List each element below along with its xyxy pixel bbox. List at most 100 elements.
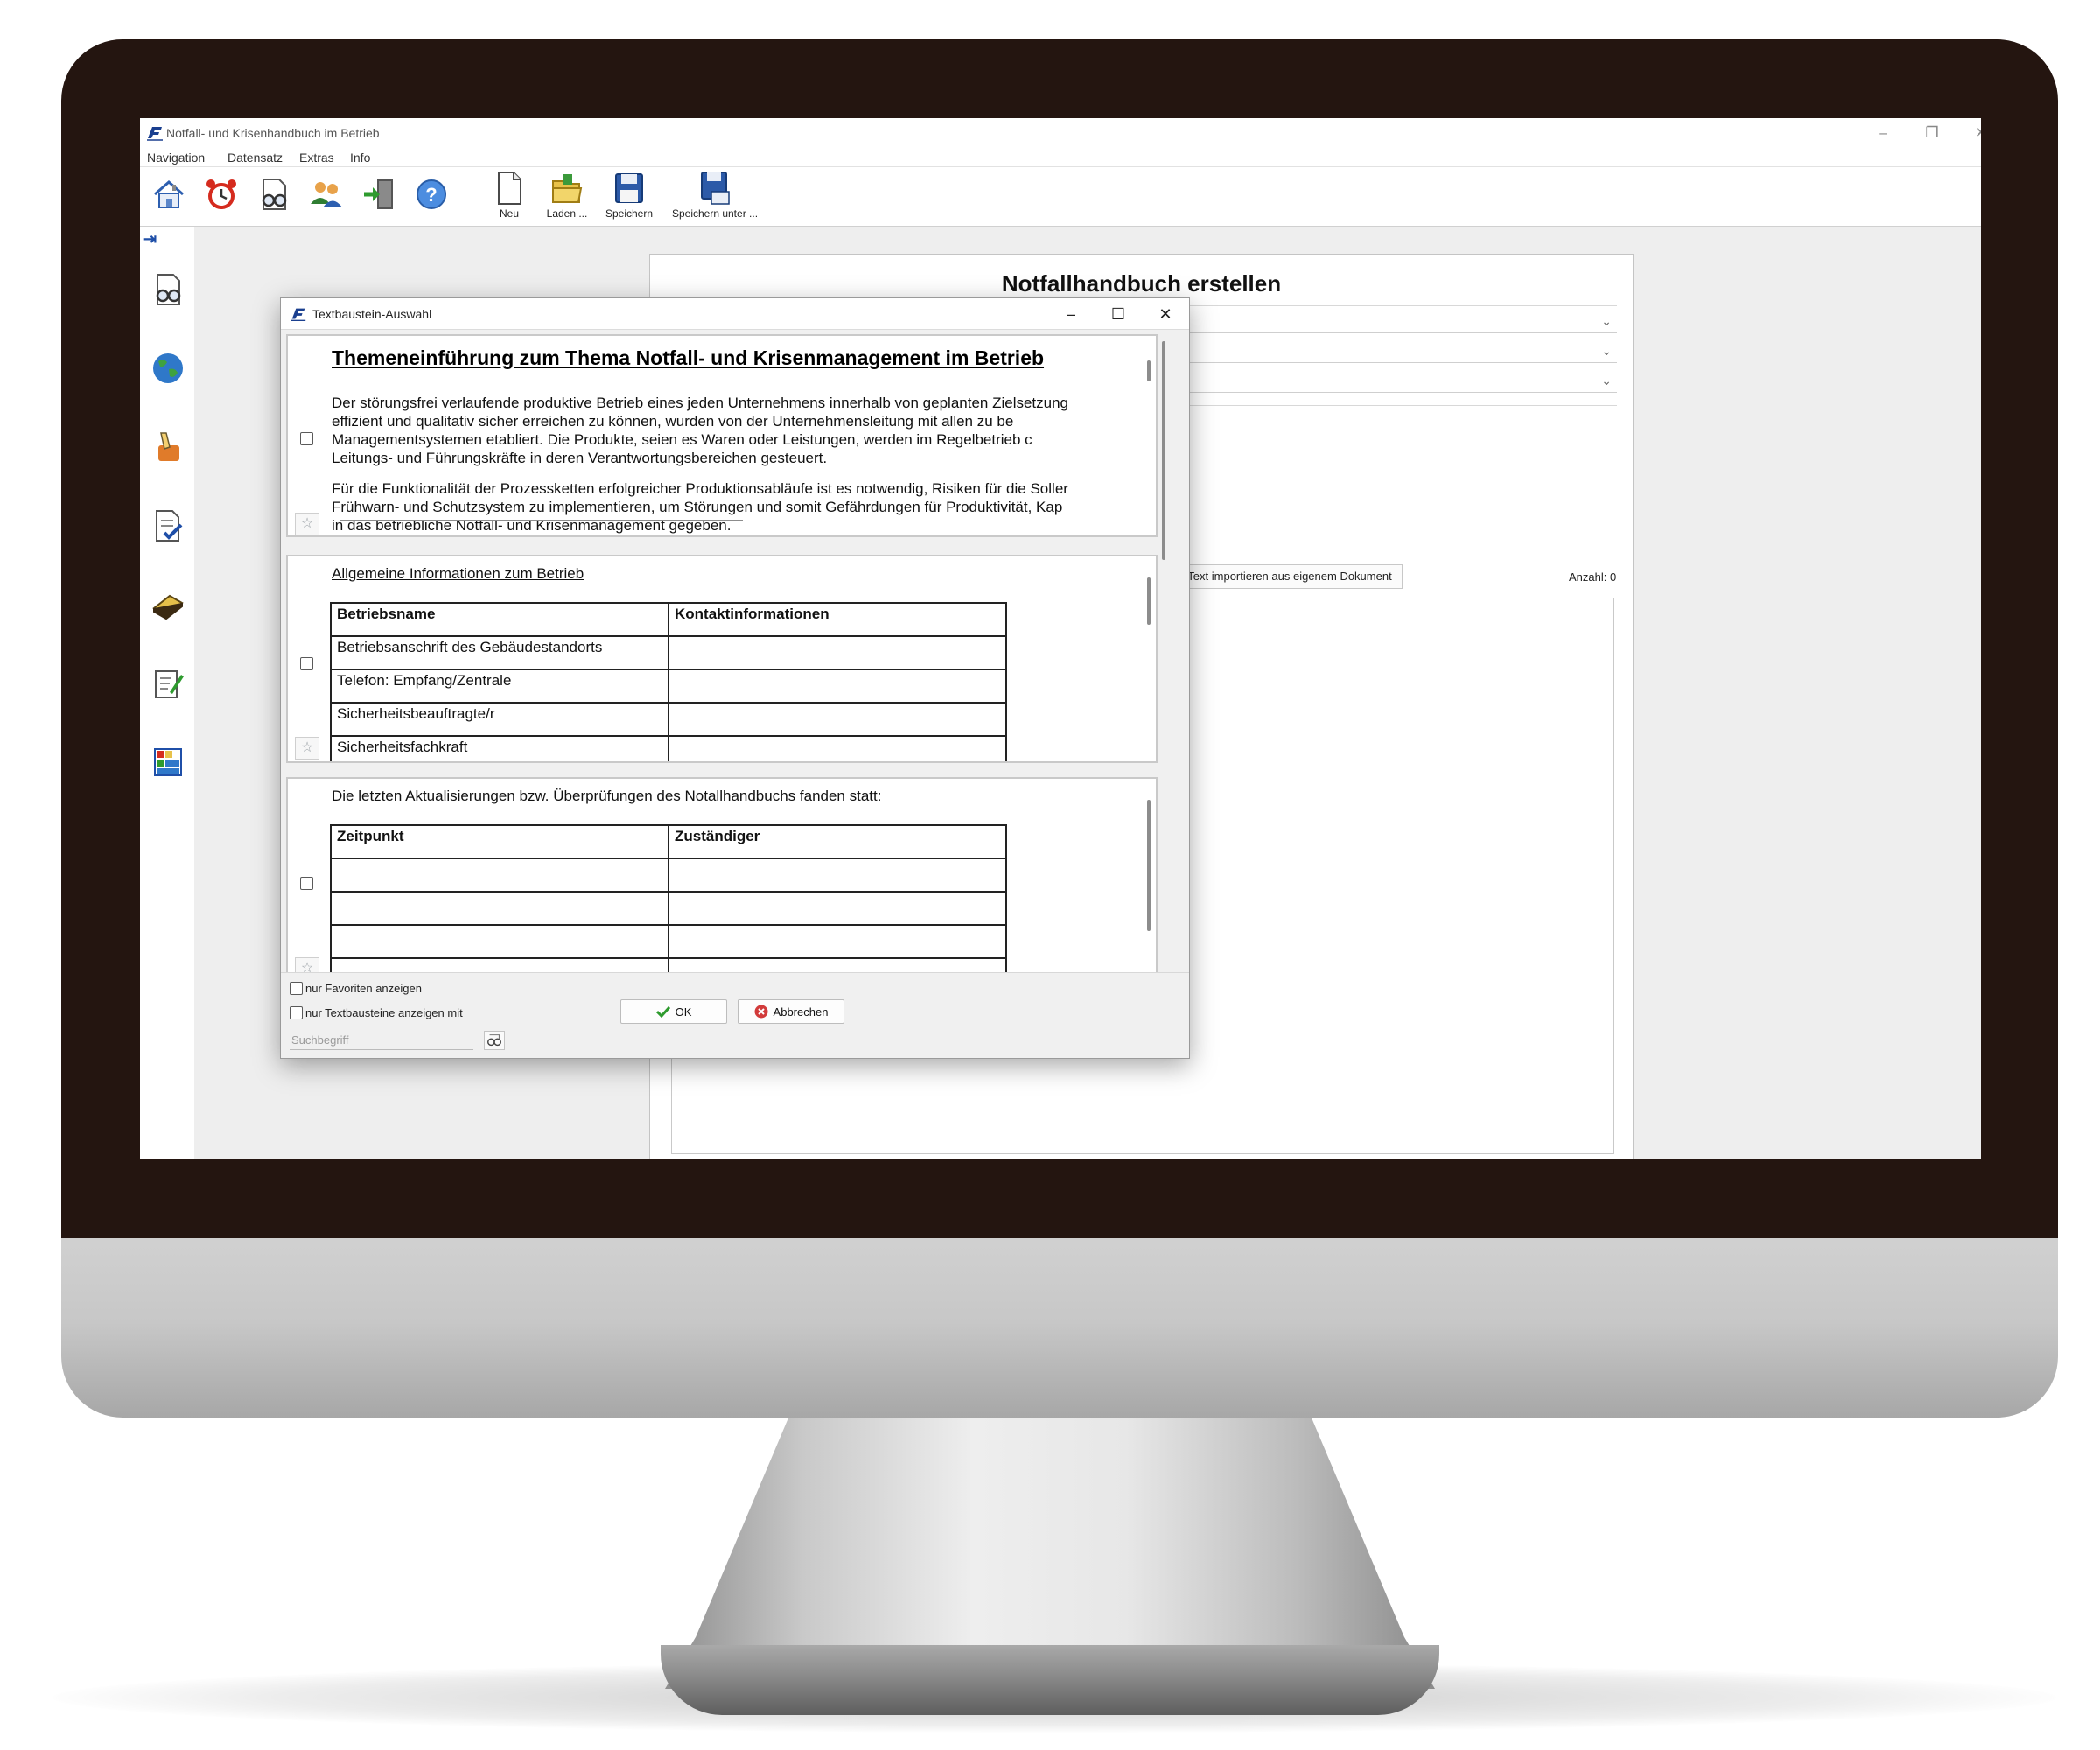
table-cell xyxy=(668,891,1007,926)
dialog-maximize-button[interactable]: ☐ xyxy=(1096,298,1140,330)
ok-button-label: OK xyxy=(675,1004,692,1018)
table-cell: Telefon: Empfang/Zentrale xyxy=(330,668,669,704)
save-button[interactable]: Speichern xyxy=(600,171,658,225)
count-label: Anzahl: 0 xyxy=(1569,570,1617,584)
users-icon[interactable] xyxy=(308,176,345,213)
app-titlebar: Notfall- und Krisenhandbuch im Betrieb –… xyxy=(140,118,1981,148)
screen: Notfall- und Krisenhandbuch im Betrieb –… xyxy=(140,118,1981,1159)
globe-icon[interactable] xyxy=(150,351,186,386)
chevron-down-icon: ⌄ xyxy=(1601,344,1612,358)
sidebar-expand-icon[interactable]: ⇥ xyxy=(144,230,157,248)
close-button[interactable]: ✕ xyxy=(1956,120,1981,146)
table-row xyxy=(330,957,1007,972)
table-header-row: Betriebsname Kontaktinformationen xyxy=(330,602,1007,637)
card-scrollbar[interactable] xyxy=(1147,360,1151,382)
search-glasses-icon xyxy=(487,1034,501,1046)
table-header-cell: Kontaktinformationen xyxy=(668,602,1007,637)
table-row: Betriebsanschrift des Gebäudestandorts xyxy=(330,635,1007,670)
favorites-only-checkbox[interactable] xyxy=(290,982,303,995)
table-icon[interactable] xyxy=(150,745,186,780)
textblock-selection-dialog: Textbaustein-Auswahl – ☐ ✕ ☆ Themeneinfü… xyxy=(280,298,1190,1059)
app-title: Notfall- und Krisenhandbuch im Betrieb xyxy=(166,126,380,140)
cancel-button-label: Abbrechen xyxy=(773,1004,829,1018)
search-button[interactable] xyxy=(484,1031,505,1050)
list-scrollbar[interactable] xyxy=(1158,331,1172,972)
new-document-icon xyxy=(498,172,522,205)
new-button[interactable]: Neu xyxy=(494,171,525,225)
toolbar: ? Neu Laden ... Speichern Speichern unte… xyxy=(140,167,1981,227)
search-input[interactable] xyxy=(290,1031,473,1050)
textblock-card-company-info: ☆ Allgemeine Informationen zum Betrieb B… xyxy=(286,555,1158,763)
paragraph-line: Frühwarn- und Schutzsystem zu implementi… xyxy=(332,499,1063,515)
textblocks-with-checkbox[interactable] xyxy=(290,1006,303,1019)
dialog-minimize-button[interactable]: – xyxy=(1049,298,1093,330)
favorites-only-label: nur Favoriten anzeigen xyxy=(305,982,422,995)
save-as-button-label: Speichern unter ... xyxy=(671,207,759,220)
app-logo-icon xyxy=(147,127,163,141)
textblock-preview: Allgemeine Informationen zum Betrieb Bet… xyxy=(323,556,1131,761)
textblock-list[interactable]: ☆ Themeneinführung zum Thema Notfall- un… xyxy=(281,331,1189,972)
favorite-star-icon[interactable]: ☆ xyxy=(295,957,319,972)
sidebar: ⇥ xyxy=(140,227,194,1159)
card-scrollbar[interactable] xyxy=(1147,800,1151,931)
textblock-subheading: Allgemeine Informationen zum Betrieb xyxy=(332,565,584,582)
home-icon[interactable] xyxy=(150,176,187,213)
company-info-table: Betriebsname Kontaktinformationen Betrie… xyxy=(330,602,1007,761)
table-cell: Sicherheitsbeauftragte/r xyxy=(330,702,669,737)
table-cell xyxy=(668,735,1007,761)
menu-extras[interactable]: Extras xyxy=(299,150,334,164)
cancel-icon xyxy=(754,1004,768,1018)
chevron-down-icon: ⌄ xyxy=(1601,374,1612,388)
textblock-preview: Die letzten Aktualisierungen bzw. Überpr… xyxy=(323,779,1131,972)
table-cell xyxy=(330,891,669,926)
textblock-checkbox[interactable] xyxy=(300,877,313,890)
paragraph-line: Für die Funktionalität der Prozessketten… xyxy=(332,480,1068,497)
revision-table: Zeitpunkt Zuständiger xyxy=(330,824,1007,972)
document-glasses-icon[interactable] xyxy=(150,272,186,307)
table-cell: Sicherheitsfachkraft xyxy=(330,735,669,761)
help-icon[interactable]: ? xyxy=(413,176,450,213)
menu-info[interactable]: Info xyxy=(350,150,370,164)
menu-navigation[interactable]: Navigation xyxy=(147,150,205,164)
textblock-checkbox[interactable] xyxy=(300,432,313,445)
dialog-footer: nur Favoriten anzeigen nur Textbausteine… xyxy=(281,972,1189,1058)
handbook-icon[interactable] xyxy=(150,587,186,622)
checklist-icon[interactable] xyxy=(150,508,186,543)
cancel-button[interactable]: Abbrechen xyxy=(738,999,844,1024)
save-as-icon xyxy=(701,172,730,205)
minimize-button[interactable]: – xyxy=(1858,120,1908,146)
card-scrollbar[interactable] xyxy=(1147,578,1151,625)
textblock-subheading: Die letzten Aktualisierungen bzw. Überpr… xyxy=(332,788,882,804)
import-text-button[interactable]: Text importieren aus eigenem Dokument xyxy=(1177,564,1403,589)
table-header-cell: Zuständiger xyxy=(668,824,1007,859)
new-button-label: Neu xyxy=(499,207,519,220)
note-edit-icon[interactable] xyxy=(150,666,186,701)
paragraph-line: Der störungsfrei verlaufende produktive … xyxy=(332,395,1069,411)
paragraph-line: Leitungs- und Führungskräfte in deren Ve… xyxy=(332,450,828,466)
document-glasses-icon[interactable] xyxy=(256,176,292,213)
alarm-clock-icon[interactable] xyxy=(203,176,240,213)
app-logo-icon xyxy=(290,308,306,321)
textblock-checkbox[interactable] xyxy=(300,657,313,670)
horizontal-scrollbar[interactable] xyxy=(340,520,743,522)
list-scrollbar-thumb[interactable] xyxy=(1162,341,1166,560)
table-row: Telefon: Empfang/Zentrale xyxy=(330,668,1007,704)
table-header-cell: Betriebsname xyxy=(330,602,669,637)
menu-datensatz[interactable]: Datensatz xyxy=(228,150,283,164)
monitor-chin xyxy=(61,1208,2058,1418)
restore-button[interactable]: ❐ xyxy=(1908,120,1956,146)
pencil-edit-icon[interactable] xyxy=(150,430,186,465)
save-as-button[interactable]: Speichern unter ... xyxy=(667,171,763,225)
exit-icon[interactable] xyxy=(360,176,397,213)
table-header-row: Zeitpunkt Zuständiger xyxy=(330,824,1007,859)
table-cell xyxy=(668,635,1007,670)
paragraph-line: effizient und qualitativ sicher erreiche… xyxy=(332,413,1014,430)
favorite-star-icon[interactable]: ☆ xyxy=(295,737,319,760)
favorite-star-icon[interactable]: ☆ xyxy=(295,513,319,536)
table-cell xyxy=(330,924,669,959)
svg-text:?: ? xyxy=(425,184,437,206)
ok-button[interactable]: OK xyxy=(620,999,727,1024)
dialog-close-button[interactable]: ✕ xyxy=(1144,298,1187,330)
save-icon xyxy=(615,173,643,203)
load-button[interactable]: Laden ... xyxy=(542,171,592,225)
